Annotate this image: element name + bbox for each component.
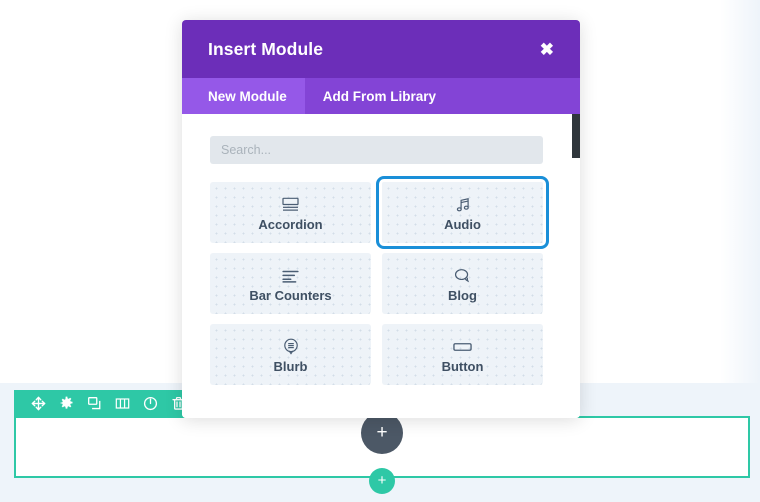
power-icon[interactable] [136,390,164,417]
button-icon [453,337,472,357]
module-card-label: Bar Counters [249,287,332,303]
module-card-label: Blurb [273,358,308,374]
move-arrows-icon[interactable] [24,390,52,417]
module-card-bar-counters[interactable]: Bar Counters [210,253,371,314]
blurb-icon [283,337,299,357]
search-input[interactable] [210,136,543,164]
modal-body: Accordion Audio [182,114,580,418]
add-row-plus-icon: + [377,472,387,489]
module-list-scroll-area: Accordion Audio [182,114,580,418]
bar-counters-icon [282,266,299,286]
tab-new-module[interactable]: New Module [182,78,305,114]
tab-add-from-library-label: Add From Library [322,88,437,104]
module-card-blurb[interactable]: Blurb [210,324,371,385]
modal-scrollbar[interactable] [572,114,580,418]
duplicate-icon[interactable] [80,390,108,417]
insert-module-modal: Insert Module ✖ New Module Add From Libr… [182,20,580,418]
module-card-label: Audio [444,216,481,232]
module-card-accordion[interactable]: Accordion [210,182,371,243]
page-title: Insert Module [208,38,324,59]
add-module-plus-icon: + [376,421,388,443]
modal-scrollbar-thumb[interactable] [572,114,580,158]
module-card-label: Blog [448,287,477,303]
row-toolbar [14,390,202,417]
blog-bubble-icon [454,266,471,286]
add-row-button[interactable]: + [369,468,395,494]
columns-icon[interactable] [108,390,136,417]
module-card-label: Button [441,358,484,374]
tab-add-from-library[interactable]: Add From Library [305,78,454,114]
module-grid: Accordion Audio Bar Counters Blog Blurb … [210,176,552,385]
modal-header: Insert Module ✖ [182,20,580,78]
module-card-audio[interactable]: Audio [376,176,549,249]
modal-tab-bar: New Module Add From Library [182,78,580,114]
add-module-button[interactable]: + [361,412,403,454]
gear-icon[interactable] [52,390,80,417]
accordion-icon [282,195,299,215]
module-card-label: Accordion [258,216,323,232]
audio-note-icon [455,195,471,215]
module-card-blog[interactable]: Blog [382,253,543,314]
tab-new-module-label: New Module [208,88,287,104]
close-icon[interactable]: ✖ [536,37,558,62]
module-card-button[interactable]: Button [382,324,543,385]
